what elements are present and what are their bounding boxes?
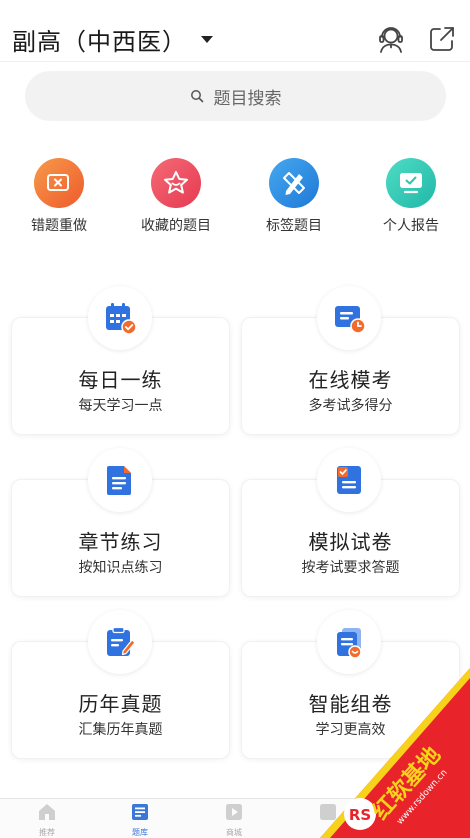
question-bank-icon [132,804,148,820]
page-title: 副高（中西医） [12,28,187,56]
card-subtitle: 每天学习一点 [78,398,163,414]
nav-question-bank[interactable]: 题库 [110,802,170,838]
card-title: 历年真题 [78,692,163,716]
search-icon [190,90,203,103]
star-icon [151,158,201,208]
quick-report[interactable]: 个人报告 [361,158,461,235]
quick-wrong-questions[interactable]: 错题重做 [9,158,109,235]
card-subtitle: 汇集历年真题 [78,722,163,738]
card-title: 在线模考 [308,368,393,392]
card-title: 章节练习 [78,530,163,554]
nav-label: 题库 [132,828,148,837]
quick-label: 个人报告 [383,218,439,234]
customer-service-icon[interactable] [374,22,408,56]
nav-label: 商城 [226,828,242,837]
wrong-question-icon [34,158,84,208]
quick-tagged[interactable]: 标签题目 [244,158,344,235]
share-icon[interactable] [425,22,459,56]
top-bar: 副高（中西医） [0,0,470,62]
tag-pencil-icon [269,158,319,208]
home-icon [39,804,55,820]
card-title: 每日一练 [78,368,163,392]
quick-favorites[interactable]: 收藏的题目 [126,158,226,235]
document-icon[interactable] [88,448,152,512]
nav-mall[interactable]: 商城 [204,802,264,838]
card-subtitle: 按考试要求答题 [301,560,400,576]
exam-selector[interactable]: 副高（中西医） [12,22,213,57]
caret-down-icon [201,36,213,43]
quick-label: 错题重做 [31,218,87,234]
calendar-icon[interactable] [88,286,152,350]
search-bar[interactable]: 题目搜索 [25,71,446,121]
watermark: RS 红软基地 www.rsdown.cn [320,668,470,838]
card-subtitle: 按知识点练习 [78,560,163,576]
play-video-icon [226,804,242,820]
quick-label: 收藏的题目 [141,218,211,234]
search-placeholder: 题目搜索 [213,88,282,109]
nav-recommend[interactable]: 推荐 [17,802,77,838]
card-subtitle: 多考试多得分 [308,398,393,414]
clipboard-edit-icon[interactable] [88,610,152,674]
nav-label: 推荐 [39,828,55,837]
checklist-icon[interactable] [317,448,381,512]
quick-label: 标签题目 [266,218,322,234]
card-title: 模拟试卷 [308,530,393,554]
timed-exam-icon[interactable] [317,286,381,350]
report-monitor-icon [386,158,436,208]
paper-stack-icon[interactable] [317,610,381,674]
